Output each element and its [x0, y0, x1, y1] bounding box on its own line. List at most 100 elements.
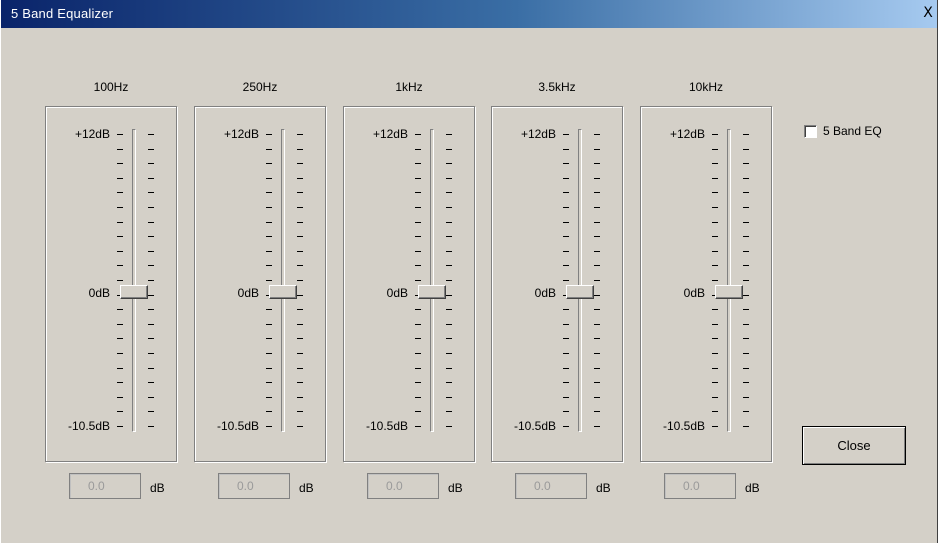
slider-tick: [148, 251, 154, 252]
slider-tick: [117, 178, 123, 179]
close-icon[interactable]: X: [921, 5, 935, 21]
slider-tick: [743, 382, 749, 383]
slider-thumb[interactable]: [269, 285, 297, 299]
slider-tick: [148, 382, 154, 383]
slider-tick: [563, 280, 569, 281]
title-bar[interactable]: 5 Band Equalizer X: [1, 0, 937, 28]
slider-tick: [266, 192, 272, 193]
slider-track[interactable]: [281, 129, 285, 432]
slider-tick: [743, 236, 749, 237]
slider-tick: [117, 353, 123, 354]
slider-tick: [446, 324, 452, 325]
slider-tick: [117, 222, 123, 223]
slider-tick: [712, 338, 718, 339]
slider-tick: [712, 163, 718, 164]
slider-tick: [148, 149, 154, 150]
band-value-field[interactable]: 0.0: [69, 473, 141, 499]
slider-tick: [712, 207, 718, 208]
slider-tick: [446, 397, 452, 398]
slider-tick: [743, 149, 749, 150]
band-group-box: [45, 106, 177, 462]
slider-thumb[interactable]: [418, 285, 446, 299]
band-unit-label: dB: [448, 481, 463, 495]
slider-tick: [148, 338, 154, 339]
slider-tick: [563, 411, 569, 412]
slider-track[interactable]: [727, 129, 731, 432]
slider-tick: [148, 265, 154, 266]
slider-tick: [297, 324, 303, 325]
slider-tick: [297, 207, 303, 208]
slider-tick: [415, 353, 421, 354]
slider-tick: [594, 353, 600, 354]
slider-tick: [266, 411, 272, 412]
band-unit-label: dB: [596, 481, 611, 495]
slider-tick: [594, 236, 600, 237]
slider-tick: [415, 149, 421, 150]
slider-tick: [563, 192, 569, 193]
slider-tick: [446, 353, 452, 354]
slider-tick: [297, 222, 303, 223]
slider-tick: [563, 222, 569, 223]
slider-tick: [148, 411, 154, 412]
slider-tick: [148, 236, 154, 237]
slider-tick: [415, 280, 421, 281]
slider-tick: [297, 265, 303, 266]
band-value-field[interactable]: 0.0: [218, 473, 290, 499]
slider-tick: [148, 163, 154, 164]
band-frequency-label: 1kHz: [395, 80, 423, 94]
slider-tick: [266, 368, 272, 369]
slider-tick: [743, 207, 749, 208]
band-value-field[interactable]: 0.0: [515, 473, 587, 499]
slider-tick: [743, 178, 749, 179]
enable-5-band-eq-checkbox[interactable]: [804, 125, 817, 138]
slider-max-label: +12dB: [669, 127, 705, 141]
slider-tick: [563, 236, 569, 237]
slider-tick: [415, 368, 421, 369]
slider-tick: [446, 265, 452, 266]
slider-track[interactable]: [578, 129, 582, 432]
slider-tick: [743, 134, 749, 135]
slider-thumb[interactable]: [120, 285, 148, 299]
slider-tick: [712, 368, 718, 369]
slider-tick: [594, 149, 600, 150]
slider-zero-label: 0dB: [88, 286, 110, 300]
slider-tick: [743, 338, 749, 339]
slider-tick: [743, 353, 749, 354]
band-group-box: [194, 106, 326, 462]
slider-track[interactable]: [430, 129, 434, 432]
slider-zero-label: 0dB: [534, 286, 556, 300]
slider-tick: [594, 397, 600, 398]
slider-tick: [415, 338, 421, 339]
slider-tick: [743, 222, 749, 223]
enable-5-band-eq-label[interactable]: 5 Band EQ: [823, 124, 882, 138]
slider-tick: [117, 236, 123, 237]
slider-tick: [415, 134, 421, 135]
slider-tick: [446, 280, 452, 281]
slider-tick: [415, 178, 421, 179]
slider-tick: [446, 207, 452, 208]
slider-tick: [117, 192, 123, 193]
band-value-field[interactable]: 0.0: [367, 473, 439, 499]
slider-tick: [743, 426, 749, 427]
slider-tick: [594, 178, 600, 179]
slider-tick: [415, 222, 421, 223]
slider-tick: [297, 411, 303, 412]
slider-tick: [712, 265, 718, 266]
slider-tick: [446, 236, 452, 237]
slider-tick: [266, 309, 272, 310]
band-value-field[interactable]: 0.0: [664, 473, 736, 499]
slider-track[interactable]: [132, 129, 136, 432]
band-frequency-label: 250Hz: [242, 80, 278, 94]
slider-tick: [563, 251, 569, 252]
slider-tick: [594, 251, 600, 252]
close-button[interactable]: Close: [802, 426, 906, 465]
slider-tick: [117, 163, 123, 164]
slider-tick: [297, 134, 303, 135]
slider-tick: [563, 324, 569, 325]
slider-thumb[interactable]: [566, 285, 594, 299]
band-group-box: [343, 106, 475, 462]
slider-tick: [594, 411, 600, 412]
slider-thumb[interactable]: [715, 285, 743, 299]
slider-tick: [446, 163, 452, 164]
slider-tick: [117, 134, 123, 135]
